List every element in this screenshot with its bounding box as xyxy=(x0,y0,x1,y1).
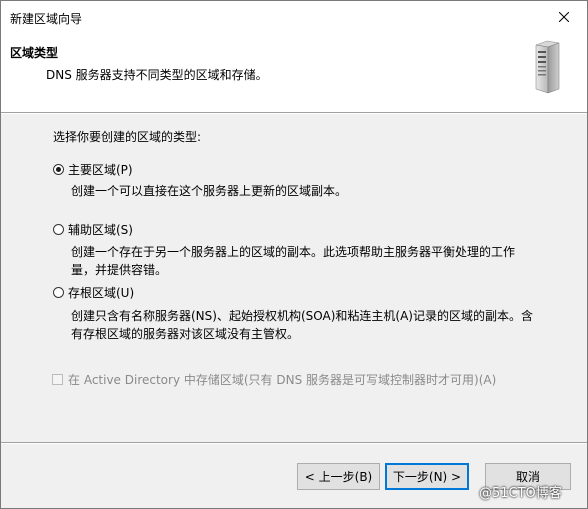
radio-button[interactable] xyxy=(53,224,64,235)
page-subtitle: DNS 服务器支持不同类型的区域和存储。 xyxy=(46,68,268,82)
store-in-ad-label: 在 Active Directory 中存储区域(只有 DNS 服务器是可写域控… xyxy=(68,373,497,387)
window-title: 新建区域向导 xyxy=(10,12,83,26)
next-button[interactable]: 下一步(N) > xyxy=(385,463,469,490)
radio-button[interactable] xyxy=(53,287,64,298)
secondary-zone-description: 创建一个存在于另一个服务器上的区域的副本。此选项帮助主服务器平衡处理的工作 量，… xyxy=(71,245,516,277)
footer-divider xyxy=(1,442,587,444)
store-in-ad-checkbox[interactable]: 在 Active Directory 中存储区域(只有 DNS 服务器是可写域控… xyxy=(52,371,496,388)
back-button[interactable]: < 上一步(B) xyxy=(297,463,380,490)
page-title: 区域类型 xyxy=(10,46,59,60)
watermark: @51CTO博客 xyxy=(479,486,562,501)
secondary-zone-label: 辅助区域(S) xyxy=(68,223,133,237)
server-icon xyxy=(535,40,560,94)
wizard-header: 区域类型 DNS 服务器支持不同类型的区域和存储。 xyxy=(1,32,587,112)
close-button[interactable] xyxy=(541,1,587,32)
title-bar: 新建区域向导 xyxy=(1,1,587,32)
stub-zone-description: 创建只含有名称服务器(NS)、起始授权机构(SOA)和粘连主机(A)记录的区域的… xyxy=(71,309,533,341)
checkbox-box[interactable] xyxy=(52,374,63,385)
primary-zone-radio[interactable]: 主要区域(P) xyxy=(53,161,133,178)
close-icon xyxy=(559,11,569,22)
wizard-window: 新建区域向导 区域类型 DNS 服务器支持不同类型的区域和存储。 选择你要创建的… xyxy=(0,0,588,509)
primary-zone-label: 主要区域(P) xyxy=(68,163,133,177)
header-divider xyxy=(1,112,587,114)
secondary-zone-radio[interactable]: 辅助区域(S) xyxy=(53,221,133,238)
stub-zone-label: 存根区域(U) xyxy=(68,286,135,300)
radio-button-selected[interactable] xyxy=(53,164,64,175)
zone-type-prompt: 选择你要创建的区域的类型: xyxy=(53,130,202,144)
primary-zone-description: 创建一个可以直接在这个服务器上更新的区域副本。 xyxy=(71,184,348,198)
stub-zone-radio[interactable]: 存根区域(U) xyxy=(53,284,134,301)
